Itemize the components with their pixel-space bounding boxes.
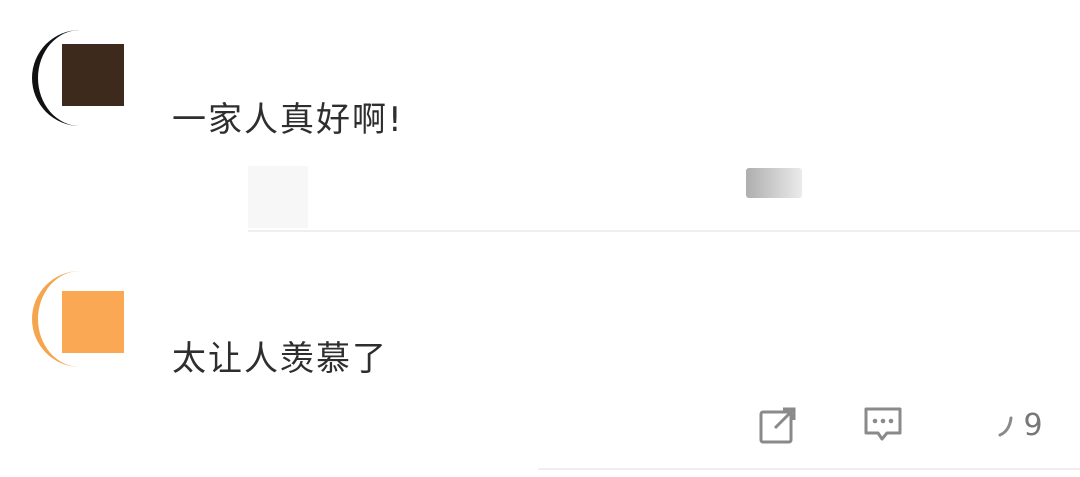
reply-button[interactable] <box>862 405 904 445</box>
comment-divider <box>248 230 1080 232</box>
comment-divider <box>538 468 1080 470</box>
faded-share-icon <box>746 168 802 198</box>
like-count: 9 <box>1023 407 1043 443</box>
comment-item-1: 一家人真好啊! <box>0 0 1080 233</box>
comment-text: 一家人真好啊! <box>172 100 404 140</box>
share-button[interactable] <box>758 405 798 445</box>
share-icon <box>759 406 797 444</box>
thumbs-up-icon <box>995 410 1015 440</box>
faded-content-block <box>248 166 308 228</box>
comment-item-2: 太让人羡慕了 9 <box>0 233 1080 477</box>
avatar-image <box>62 291 124 353</box>
comment-icon <box>863 406 903 444</box>
like-button[interactable]: 9 <box>986 405 1052 445</box>
avatar-image <box>62 44 124 106</box>
comment-text: 太让人羡慕了 <box>172 339 388 379</box>
